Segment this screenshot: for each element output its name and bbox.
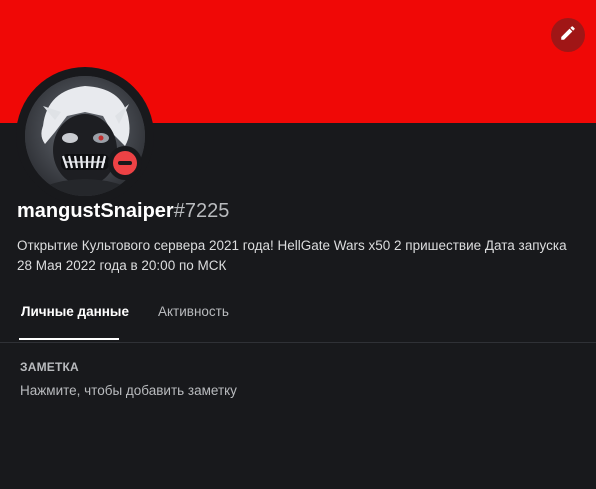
pencil-icon: [559, 24, 577, 47]
tab-personal-data[interactable]: Личные данные: [21, 304, 129, 319]
username-display[interactable]: mangustSnaiper#7225: [17, 200, 229, 223]
tab-activity[interactable]: Активность: [158, 304, 229, 319]
dnd-status-icon: [113, 151, 137, 175]
note-input[interactable]: Нажмите, чтобы добавить заметку: [20, 383, 576, 403]
tabs-divider: [0, 342, 596, 343]
username: mangustSnaiper: [17, 200, 174, 222]
discriminator: #7225: [173, 200, 230, 222]
about-me-text: Открытие Культового сервера 2021 года! H…: [17, 238, 567, 273]
profile-card: mangustSnaiper#7225 Открытие Культового …: [0, 0, 596, 489]
profile-tabs: Личные данные Активность: [0, 296, 596, 343]
edit-profile-button[interactable]: [551, 18, 585, 52]
active-tab-indicator: [19, 338, 119, 340]
note-section-title: ЗАМЕТКА: [20, 360, 79, 374]
